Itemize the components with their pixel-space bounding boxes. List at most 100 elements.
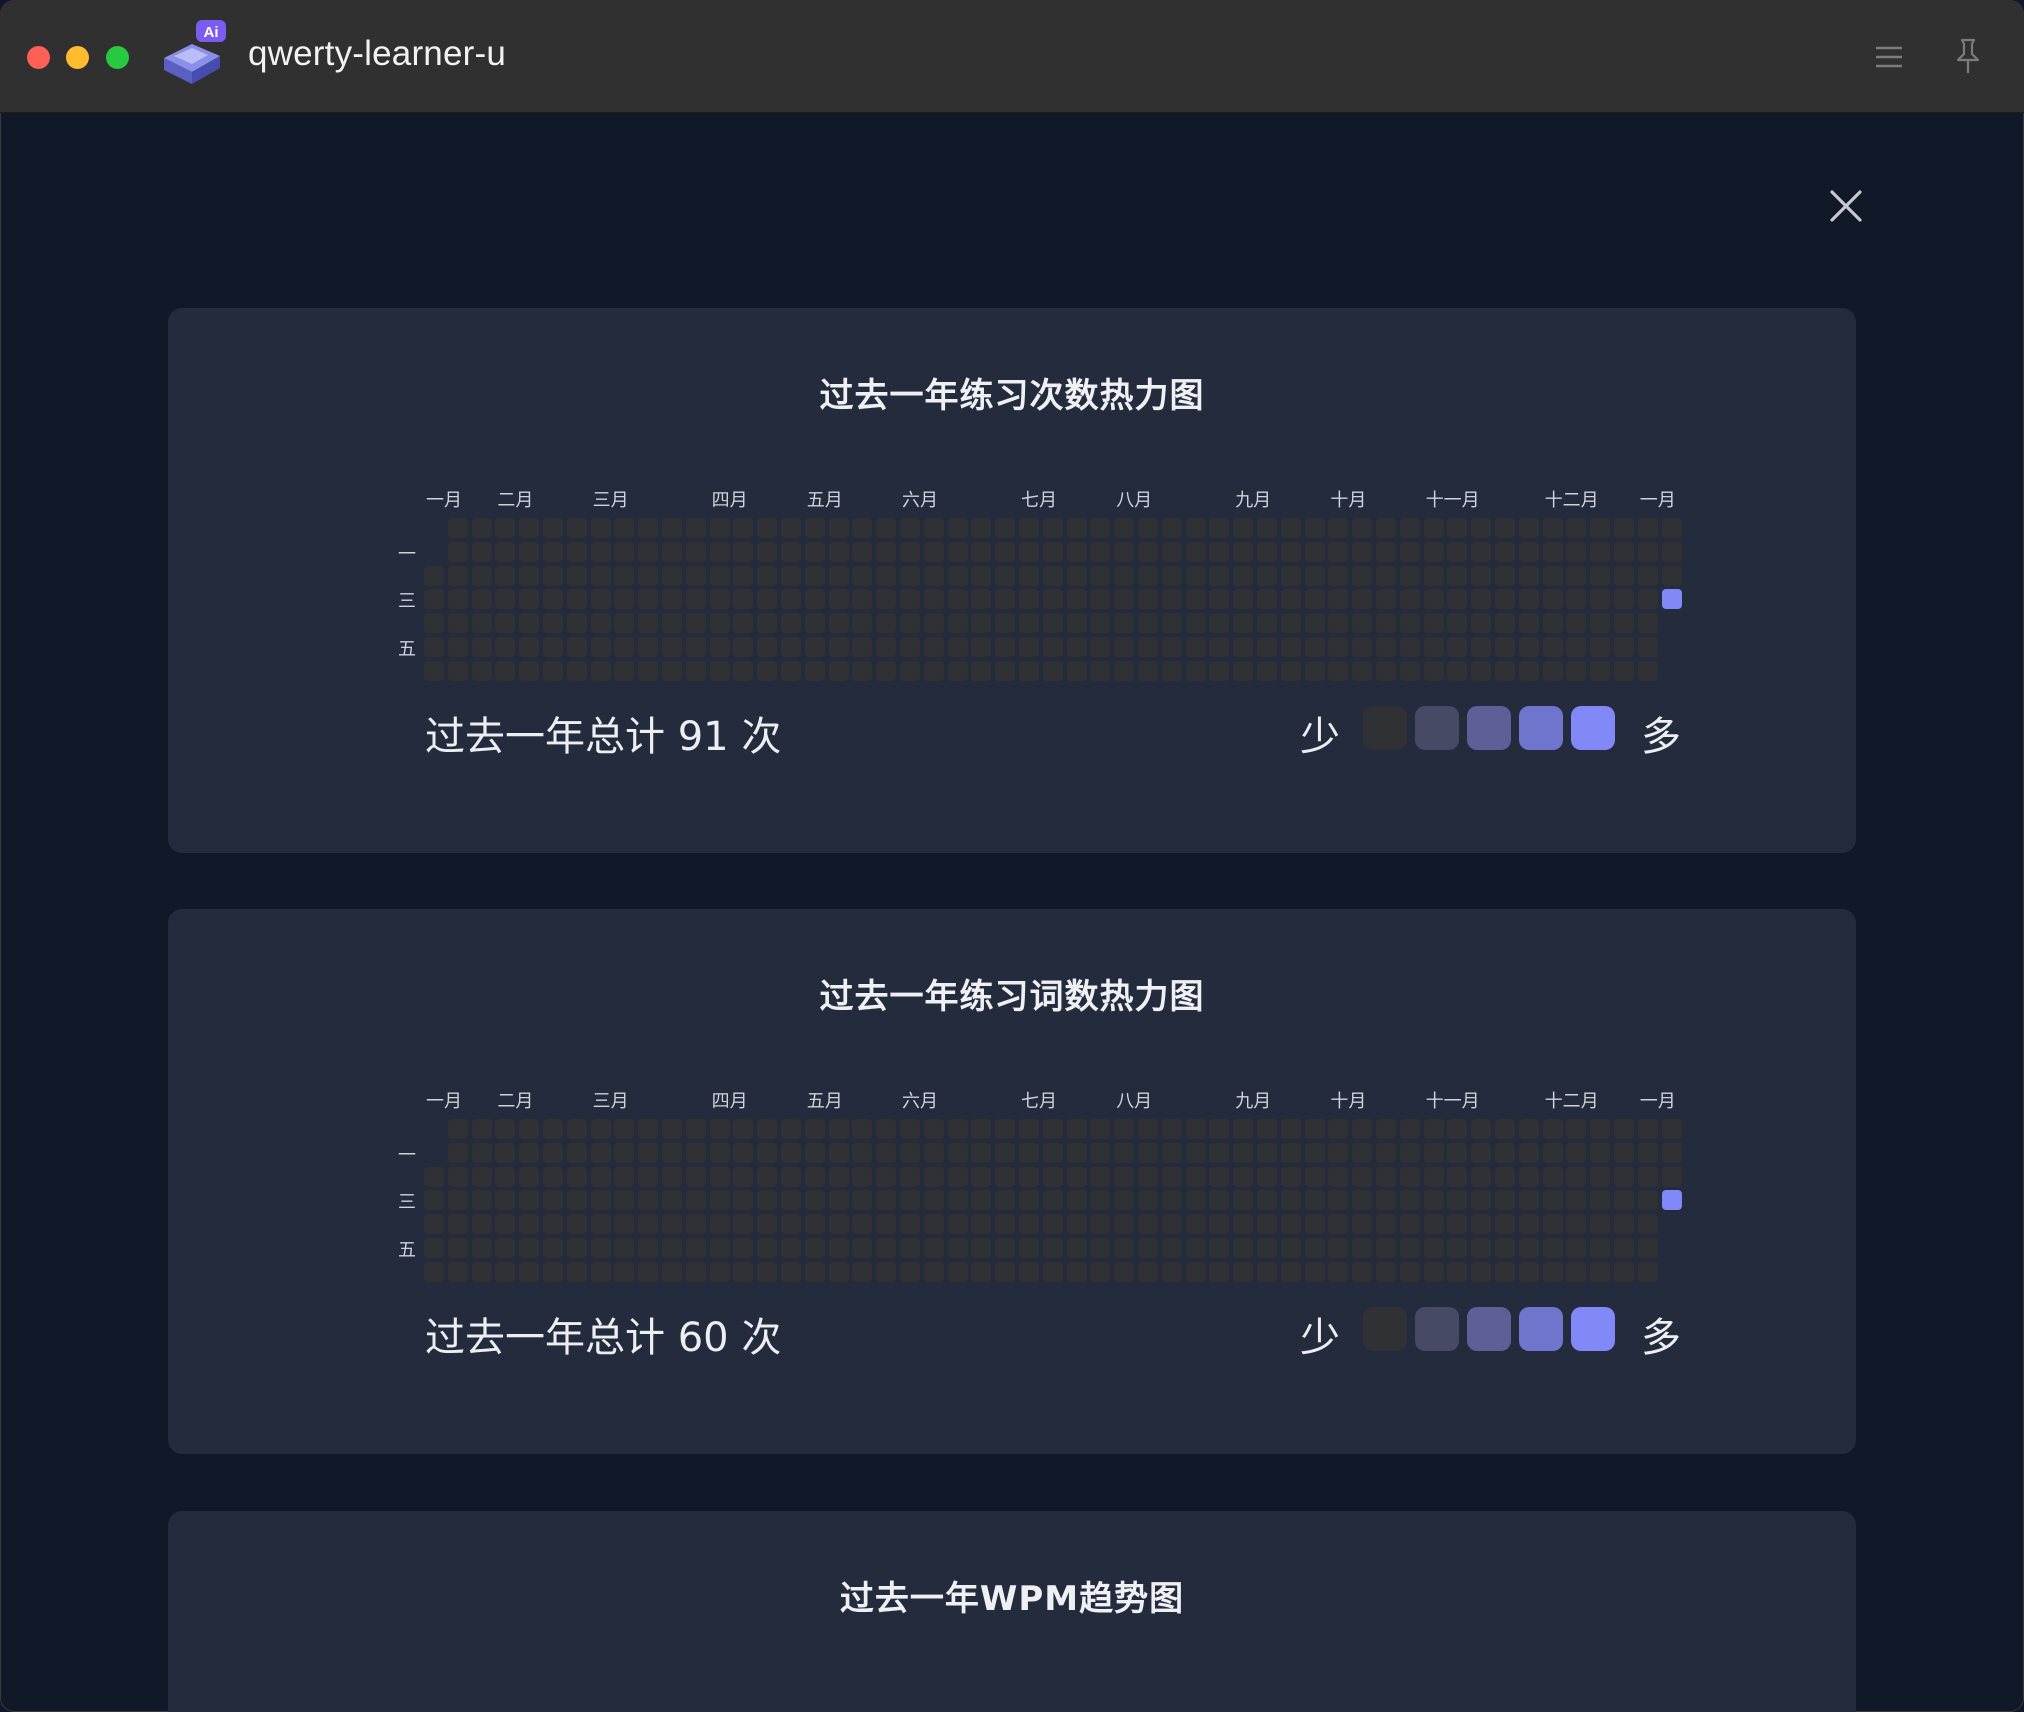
heatmap-cell[interactable] bbox=[804, 660, 825, 681]
heatmap-cell[interactable] bbox=[1518, 1238, 1539, 1258]
heatmap-cell[interactable] bbox=[1471, 541, 1492, 562]
heatmap-cell[interactable] bbox=[804, 565, 825, 586]
heatmap-cell[interactable] bbox=[1209, 637, 1230, 657]
heatmap-cell[interactable] bbox=[1209, 1142, 1230, 1163]
heatmap-cell[interactable] bbox=[1518, 660, 1539, 681]
heatmap-cell[interactable] bbox=[685, 1119, 706, 1139]
heatmap-cell[interactable] bbox=[566, 660, 587, 681]
heatmap-cell[interactable] bbox=[1376, 541, 1396, 562]
heatmap-cell[interactable] bbox=[685, 1261, 706, 1282]
heatmap-cell[interactable] bbox=[424, 1190, 444, 1211]
heatmap-cell[interactable] bbox=[923, 1261, 944, 1282]
heatmap-cell[interactable] bbox=[662, 1261, 682, 1282]
heatmap-cell[interactable] bbox=[1614, 541, 1634, 562]
heatmap-cell[interactable] bbox=[1042, 660, 1063, 681]
heatmap-cell[interactable] bbox=[1257, 1190, 1277, 1211]
heatmap-cell[interactable] bbox=[1376, 660, 1396, 681]
heatmap-cell[interactable] bbox=[566, 1119, 587, 1139]
heatmap-cell[interactable] bbox=[638, 541, 659, 562]
heatmap-cell[interactable] bbox=[1637, 1190, 1658, 1211]
heatmap-cell[interactable] bbox=[1566, 1190, 1587, 1211]
heatmap-cell[interactable] bbox=[1280, 1190, 1301, 1211]
heatmap-cell[interactable] bbox=[1114, 1238, 1135, 1258]
heatmap-cell[interactable] bbox=[685, 1238, 706, 1258]
heatmap-cell[interactable] bbox=[1042, 518, 1063, 538]
heatmap-cell[interactable] bbox=[1090, 589, 1111, 610]
heatmap-cell[interactable] bbox=[733, 565, 754, 586]
heatmap-cell[interactable] bbox=[1637, 1166, 1658, 1187]
heatmap-cell[interactable] bbox=[1138, 637, 1158, 657]
heatmap-cell[interactable] bbox=[1399, 589, 1420, 610]
heatmap-cell[interactable] bbox=[1447, 1142, 1468, 1163]
heatmap-cell[interactable] bbox=[495, 613, 516, 634]
heatmap-cell[interactable] bbox=[614, 1261, 635, 1282]
heatmap-cell[interactable] bbox=[566, 1142, 587, 1163]
heatmap-cell[interactable] bbox=[1042, 1119, 1063, 1139]
heatmap-cell[interactable] bbox=[995, 1261, 1016, 1282]
heatmap-cell[interactable] bbox=[662, 1190, 682, 1211]
heatmap-cell[interactable] bbox=[828, 565, 849, 586]
heatmap-cell[interactable] bbox=[1161, 589, 1182, 610]
heatmap-cell[interactable] bbox=[1185, 660, 1206, 681]
heatmap-cell[interactable] bbox=[519, 565, 540, 586]
heatmap-cell[interactable] bbox=[1161, 660, 1182, 681]
heatmap-cell[interactable] bbox=[876, 1142, 897, 1163]
heatmap-cell[interactable] bbox=[447, 1166, 468, 1187]
heatmap-cell[interactable] bbox=[1114, 1142, 1135, 1163]
heatmap-cell[interactable] bbox=[971, 1166, 992, 1187]
heatmap-cell[interactable] bbox=[1495, 589, 1515, 610]
heatmap-cell[interactable] bbox=[947, 637, 968, 657]
heatmap-cell[interactable] bbox=[947, 541, 968, 562]
heatmap-cell[interactable] bbox=[709, 613, 730, 634]
heatmap-cell[interactable] bbox=[471, 660, 492, 681]
heatmap-cell[interactable] bbox=[947, 589, 968, 610]
heatmap-cell[interactable] bbox=[1280, 518, 1301, 538]
heatmap-cell[interactable] bbox=[1566, 589, 1587, 610]
heatmap-cell[interactable] bbox=[1161, 565, 1182, 586]
heatmap-cell[interactable] bbox=[1138, 1238, 1158, 1258]
heatmap-cell[interactable] bbox=[614, 1166, 635, 1187]
heatmap-cell[interactable] bbox=[1233, 589, 1254, 610]
heatmap-cell[interactable] bbox=[1209, 518, 1230, 538]
heatmap-cell[interactable] bbox=[1352, 613, 1373, 634]
heatmap-cell[interactable] bbox=[971, 613, 992, 634]
heatmap-cell[interactable] bbox=[709, 1166, 730, 1187]
heatmap-cell[interactable] bbox=[709, 660, 730, 681]
heatmap-cell[interactable] bbox=[1518, 1190, 1539, 1211]
heatmap-cell[interactable] bbox=[876, 660, 897, 681]
heatmap-cell[interactable] bbox=[1161, 518, 1182, 538]
heatmap-cell[interactable] bbox=[543, 1214, 563, 1235]
heatmap-cell[interactable] bbox=[447, 1238, 468, 1258]
heatmap-cell[interactable] bbox=[1280, 1214, 1301, 1235]
heatmap-cell[interactable] bbox=[1423, 518, 1444, 538]
heatmap-cell[interactable] bbox=[995, 589, 1016, 610]
heatmap-cell[interactable] bbox=[923, 1119, 944, 1139]
heatmap-cell[interactable] bbox=[638, 660, 659, 681]
heatmap-cell[interactable] bbox=[590, 1214, 611, 1235]
heatmap-cell[interactable] bbox=[1471, 589, 1492, 610]
heatmap-cell[interactable] bbox=[1138, 565, 1158, 586]
heatmap-cell[interactable] bbox=[733, 660, 754, 681]
heatmap-cell[interactable] bbox=[947, 1142, 968, 1163]
heatmap-cell[interactable] bbox=[876, 565, 897, 586]
heatmap-cell[interactable] bbox=[1257, 1214, 1277, 1235]
heatmap-cell[interactable] bbox=[1114, 565, 1135, 586]
heatmap-cell[interactable] bbox=[1328, 1166, 1349, 1187]
heatmap-cell[interactable] bbox=[709, 1190, 730, 1211]
heatmap-cell[interactable] bbox=[1447, 565, 1468, 586]
heatmap-cell[interactable] bbox=[1376, 589, 1396, 610]
heatmap-cell[interactable] bbox=[685, 1142, 706, 1163]
heatmap-cell[interactable] bbox=[1019, 565, 1039, 586]
heatmap-cell[interactable] bbox=[733, 1142, 754, 1163]
heatmap-cell[interactable] bbox=[1590, 1119, 1611, 1139]
heatmap-cell[interactable] bbox=[685, 1190, 706, 1211]
heatmap-cell[interactable] bbox=[1257, 660, 1277, 681]
heatmap-cell[interactable] bbox=[1280, 1142, 1301, 1163]
heatmap-cell[interactable] bbox=[947, 660, 968, 681]
heatmap-cell[interactable] bbox=[1257, 1119, 1277, 1139]
heatmap-cell[interactable] bbox=[1590, 541, 1611, 562]
heatmap-cell[interactable] bbox=[804, 637, 825, 657]
heatmap-cell[interactable] bbox=[1399, 637, 1420, 657]
heatmap-cell[interactable] bbox=[614, 637, 635, 657]
heatmap-cell[interactable] bbox=[1019, 1119, 1039, 1139]
